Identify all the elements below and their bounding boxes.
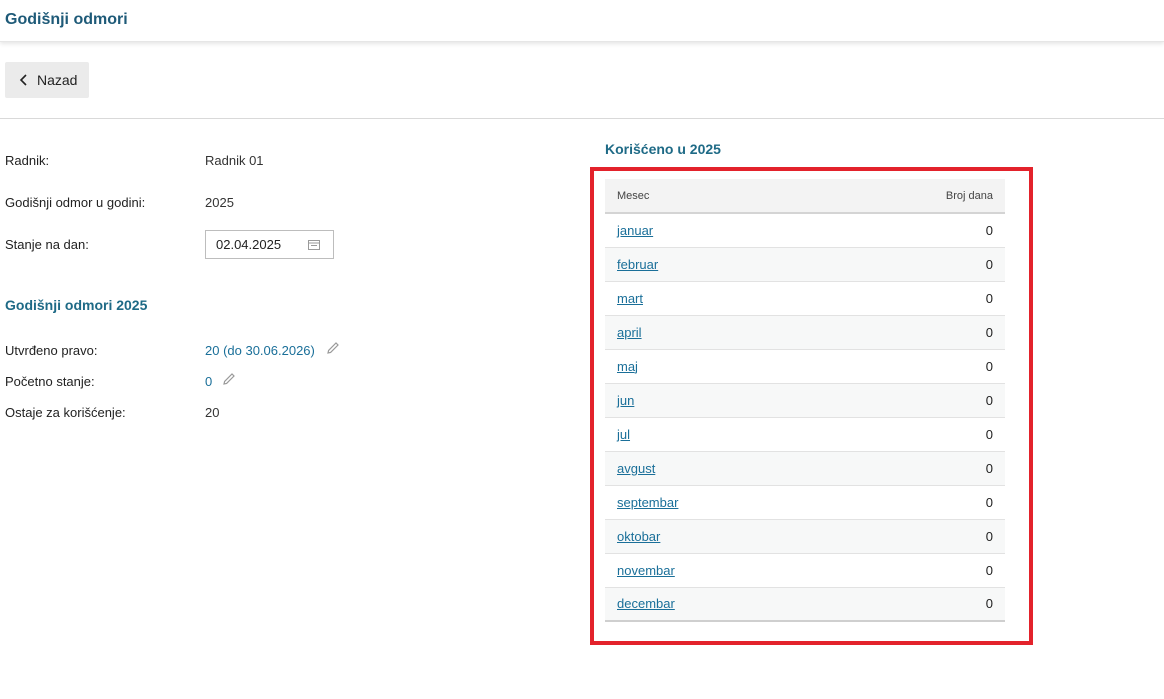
month-link[interactable]: maj	[617, 359, 638, 374]
days-cell: 0	[823, 553, 1005, 588]
days-cell: 0	[823, 247, 1005, 282]
table-row: novembar 0	[605, 553, 1005, 588]
days-cell: 0	[823, 315, 1005, 350]
calendar-icon[interactable]	[308, 239, 320, 250]
table-row: januar 0	[605, 213, 1005, 248]
table-row: maj 0	[605, 349, 1005, 384]
top-bar: Godišnji odmori	[0, 0, 1164, 42]
days-cell: 0	[823, 485, 1005, 520]
balance-date-label: Stanje na dan:	[5, 237, 89, 252]
table-row: jun 0	[605, 383, 1005, 418]
worker-value: Radnik 01	[205, 153, 264, 168]
days-cell: 0	[823, 519, 1005, 554]
days-cell: 0	[823, 451, 1005, 486]
days-cell: 0	[823, 281, 1005, 316]
month-link[interactable]: avgust	[617, 461, 655, 476]
usage-table: Mesec Broj dana januar 0 februar 0 mart …	[605, 179, 1005, 622]
month-link[interactable]: jul	[617, 427, 630, 442]
divider	[0, 118, 1164, 119]
month-link[interactable]: decembar	[617, 596, 675, 611]
column-header-days[interactable]: Broj dana	[823, 179, 1005, 214]
table-row: april 0	[605, 315, 1005, 350]
table-row: oktobar 0	[605, 519, 1005, 554]
summary-title: Godišnji odmori 2025	[5, 297, 148, 313]
days-cell: 0	[823, 213, 1005, 248]
balance-date-value: 02.04.2025	[216, 237, 282, 252]
back-button-label: Nazad	[37, 72, 78, 88]
table-row: septembar 0	[605, 485, 1005, 520]
month-link[interactable]: novembar	[617, 563, 675, 578]
table-row: avgust 0	[605, 451, 1005, 486]
month-link[interactable]: oktobar	[617, 529, 660, 544]
usage-title: Korišćeno u 2025	[605, 141, 721, 157]
month-link[interactable]: april	[617, 325, 642, 340]
month-link[interactable]: februar	[617, 257, 658, 272]
month-link[interactable]: mart	[617, 291, 643, 306]
days-cell: 0	[823, 417, 1005, 452]
days-cell: 0	[823, 383, 1005, 418]
opening-value[interactable]: 0	[205, 374, 212, 389]
worker-label: Radnik:	[5, 153, 50, 168]
table-row: jul 0	[605, 417, 1005, 452]
remaining-label: Ostaje za korišćenje:	[5, 405, 126, 420]
opening-label: Početno stanje:	[5, 374, 95, 389]
page-title: Godišnji odmori	[5, 11, 128, 28]
year-label: Godišnji odmor u godini:	[5, 195, 146, 210]
balance-date-input[interactable]: 02.04.2025	[205, 230, 334, 259]
table-row: februar 0	[605, 247, 1005, 282]
chevron-left-icon	[19, 74, 27, 86]
table-row: decembar 0	[605, 587, 1005, 622]
table-header-row: Mesec Broj dana	[605, 179, 1005, 214]
days-cell: 0	[823, 587, 1005, 622]
month-link[interactable]: jun	[617, 393, 634, 408]
entitlement-label: Utvrđeno pravo:	[5, 343, 98, 358]
year-value: 2025	[205, 195, 234, 210]
back-button[interactable]: Nazad	[5, 62, 89, 98]
entitlement-value[interactable]: 20 (do 30.06.2026)	[205, 343, 315, 358]
month-link[interactable]: januar	[617, 223, 653, 238]
remaining-value: 20	[205, 405, 220, 420]
column-header-month[interactable]: Mesec	[605, 179, 824, 214]
pencil-icon[interactable]	[326, 341, 340, 355]
pencil-icon[interactable]	[222, 372, 236, 386]
table-row: mart 0	[605, 281, 1005, 316]
month-link[interactable]: septembar	[617, 495, 678, 510]
days-cell: 0	[823, 349, 1005, 384]
